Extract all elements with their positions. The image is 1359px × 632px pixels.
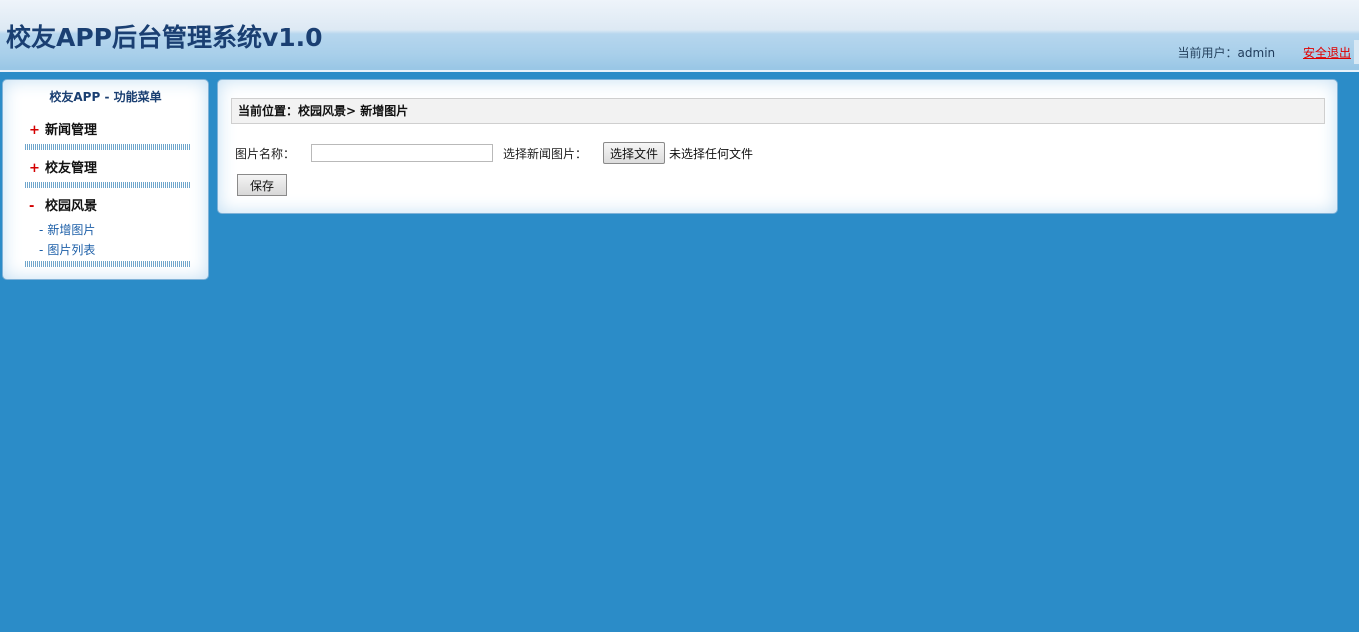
window-edge-strip bbox=[1354, 40, 1359, 64]
menu-group-alumni[interactable]: + 校友管理 bbox=[29, 157, 97, 176]
no-file-chosen-text: 未选择任何文件 bbox=[669, 146, 754, 161]
expand-plus-icon: + bbox=[29, 123, 40, 138]
menu-group-label: 新闻管理 bbox=[45, 123, 98, 138]
save-button[interactable]: 保存 bbox=[237, 174, 287, 196]
expand-plus-icon: + bbox=[29, 161, 40, 176]
menu-divider bbox=[25, 182, 190, 188]
menu-group-news[interactable]: + 新闻管理 bbox=[29, 119, 97, 138]
bullet-dash-icon: - bbox=[39, 243, 44, 257]
main-panel: 当前位置：校园风景> 新增图片 图片名称： 选择新闻图片： 选择文件 未选择任何… bbox=[217, 79, 1338, 214]
menu-divider bbox=[25, 144, 190, 150]
image-file-label: 选择新闻图片： bbox=[503, 146, 588, 161]
menu-divider bbox=[25, 261, 190, 267]
sidebar-item-label: 图片列表 bbox=[47, 243, 96, 257]
add-image-form: 图片名称： 选择新闻图片： 选择文件 未选择任何文件 bbox=[235, 142, 753, 164]
menu-group-label: 校园风景 bbox=[45, 199, 98, 214]
image-name-input[interactable] bbox=[311, 144, 494, 162]
choose-file-button[interactable]: 选择文件 bbox=[603, 142, 666, 164]
sidebar-menu: 校友APP - 功能菜单 + 新闻管理 + 校友管理 - 校园风景 - 新增图片 - 图片… bbox=[2, 79, 209, 280]
app-title: 校友APP后台管理系统v1.0 bbox=[6, 23, 323, 52]
image-name-label: 图片名称： bbox=[235, 146, 296, 161]
top-header: 校友APP后台管理系统v1.0 当前用户：admin 安全退出 bbox=[0, 0, 1359, 72]
current-user-name: admin bbox=[1237, 46, 1276, 60]
sidebar-item-image-list[interactable]: - 图片列表 bbox=[39, 241, 95, 258]
current-user-label: 当前用户： bbox=[1177, 46, 1238, 60]
sidebar-item-add-image[interactable]: - 新增图片 bbox=[39, 221, 95, 238]
bullet-dash-icon: - bbox=[39, 223, 44, 237]
user-area: 当前用户：admin 安全退出 bbox=[1178, 44, 1351, 61]
sidebar-title: 校友APP - 功能菜单 bbox=[49, 90, 162, 104]
breadcrumb: 当前位置：校园风景> 新增图片 bbox=[231, 98, 1325, 124]
logout-link[interactable]: 安全退出 bbox=[1303, 46, 1351, 60]
menu-group-label: 校友管理 bbox=[45, 161, 98, 176]
collapse-minus-icon: - bbox=[29, 199, 35, 214]
sidebar-item-label: 新增图片 bbox=[47, 223, 96, 237]
menu-group-campus-scenery[interactable]: - 校园风景 bbox=[29, 195, 97, 214]
